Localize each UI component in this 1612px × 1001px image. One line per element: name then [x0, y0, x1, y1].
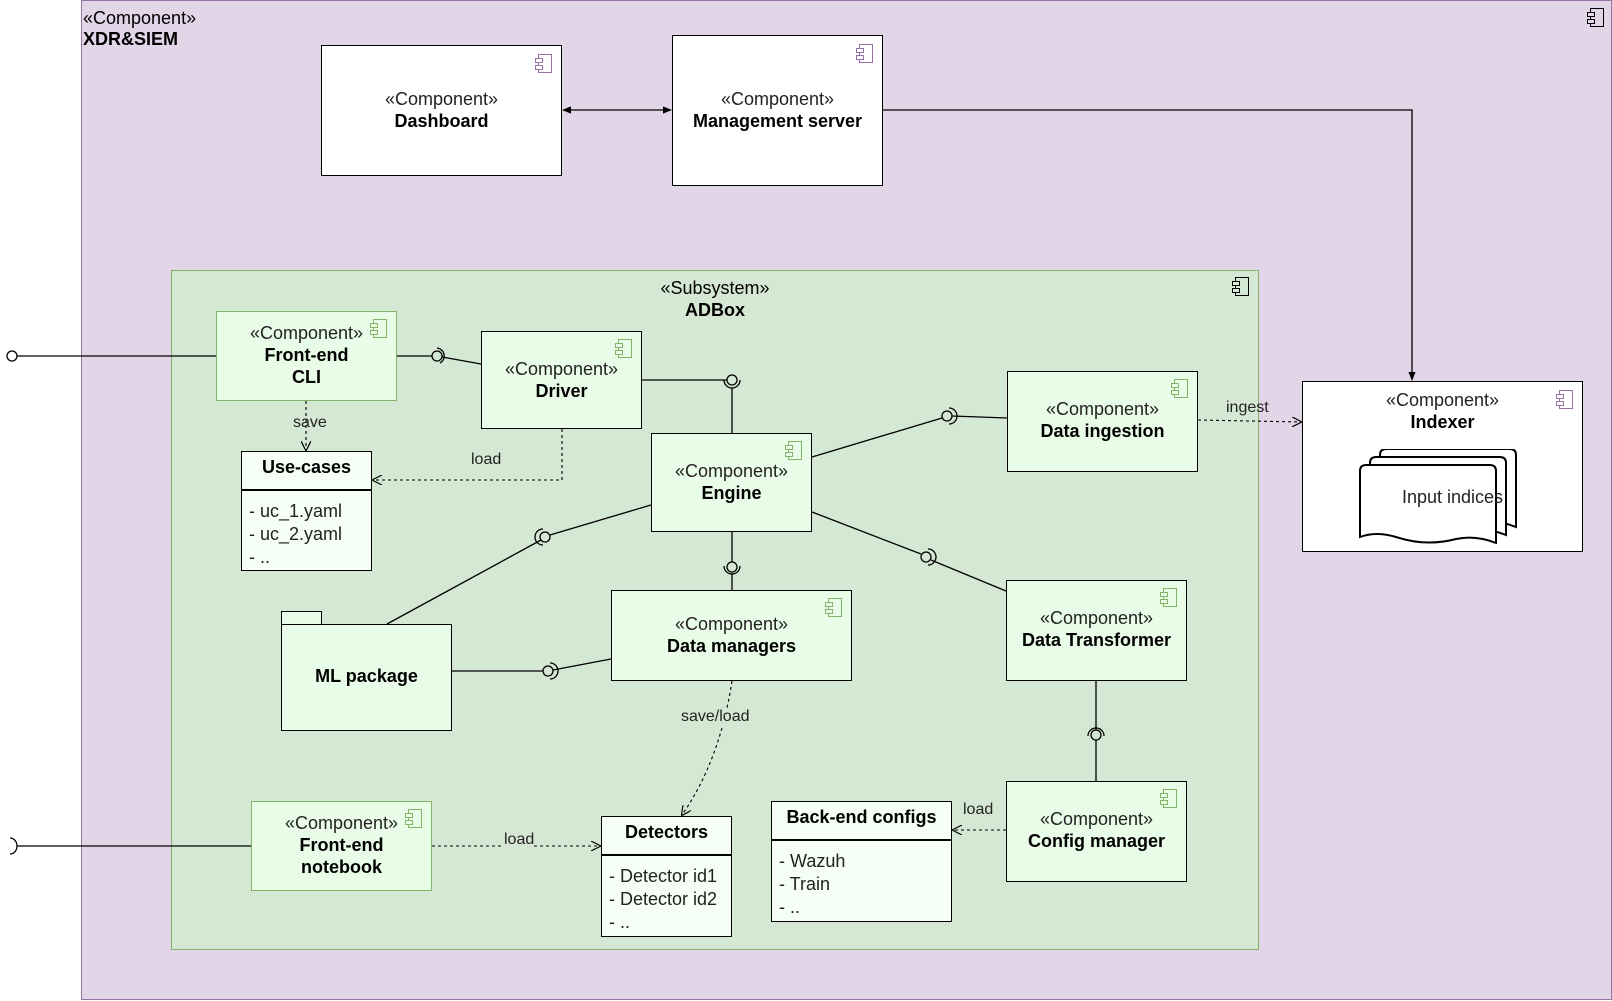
ingest-label: ingest	[1226, 399, 1269, 416]
required-interface-icon	[9, 837, 18, 855]
provided-interface-icon	[539, 531, 551, 543]
provided-interface-icon	[941, 410, 953, 422]
management-indexer-link	[883, 109, 1416, 381]
provided-interface-icon	[6, 350, 18, 362]
ingestion-indexer-dependency	[1197, 420, 1301, 422]
engine-mlpackage-link	[549, 504, 652, 536]
load-label: load	[471, 451, 502, 468]
engine-ingestion-link	[811, 417, 943, 458]
provided-interface-icon	[1090, 729, 1102, 741]
save-load-label: save/load	[681, 708, 750, 726]
load-label: load	[504, 831, 535, 849]
required-interface-icon	[723, 379, 741, 389]
connectors-layer	[6, 106, 1416, 855]
engine-mlpackage-link	[386, 539, 542, 625]
required-interface-icon	[927, 548, 937, 566]
mlpackage-datamanagers-link	[552, 658, 612, 671]
provided-interface-icon	[726, 561, 738, 573]
provided-interface-icon	[920, 551, 932, 563]
datamanagers-detectors-dependency	[682, 680, 733, 815]
engine-transformer-link	[930, 559, 1007, 592]
cli-driver-link	[441, 356, 482, 365]
provided-interface-icon	[726, 374, 738, 386]
provided-interface-icon	[542, 665, 554, 677]
load-label: load	[963, 801, 994, 818]
required-interface-icon	[549, 662, 559, 680]
driver-usecases-load-dependency	[373, 429, 563, 480]
provided-interface-icon	[431, 350, 443, 362]
engine-ingestion-link	[951, 415, 1008, 419]
save-label: save	[293, 414, 327, 431]
engine-transformer-link	[811, 511, 922, 555]
